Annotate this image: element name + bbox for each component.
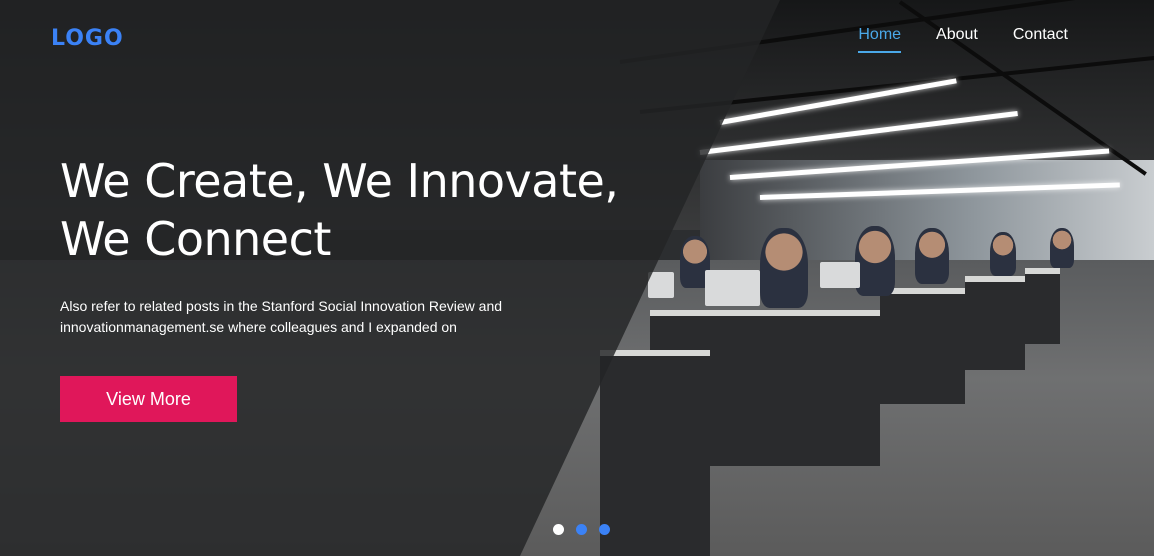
person	[760, 228, 808, 308]
desk	[600, 350, 710, 556]
main-nav: Home About Contact	[858, 26, 1068, 53]
hero-content: We Create, We Innovate, We Connect Also …	[60, 152, 660, 338]
person	[990, 232, 1016, 276]
hero-subtext-line-2: innovationmanagement.se where colleagues…	[60, 319, 457, 335]
carousel-dot-3[interactable]	[599, 524, 610, 535]
carousel-dots	[553, 524, 610, 535]
hero-subtext: Also refer to related posts in the Stanf…	[60, 296, 540, 338]
nav-link-home[interactable]: Home	[858, 26, 901, 53]
carousel-dot-2[interactable]	[576, 524, 587, 535]
desk	[1025, 268, 1060, 344]
view-more-button[interactable]: View More	[60, 376, 237, 422]
person	[915, 228, 949, 284]
hero-headline-line-2: We Connect	[60, 212, 331, 266]
nav-link-contact[interactable]: Contact	[1013, 26, 1068, 53]
person	[1050, 228, 1074, 268]
carousel-dot-1[interactable]	[553, 524, 564, 535]
hero-section: LOGO Home About Contact We Create, We In…	[0, 0, 1154, 556]
laptop	[820, 262, 860, 288]
desk	[880, 288, 965, 404]
laptop	[705, 270, 760, 306]
hero-subtext-line-1: Also refer to related posts in the Stanf…	[60, 298, 503, 314]
hero-headline-line-1: We Create, We Innovate,	[60, 154, 619, 208]
navbar: LOGO Home About Contact	[0, 0, 1154, 72]
logo[interactable]: LOGO	[51, 26, 124, 51]
nav-link-about[interactable]: About	[936, 26, 978, 53]
desk	[965, 276, 1025, 370]
hero-headline: We Create, We Innovate, We Connect	[60, 152, 660, 268]
person	[855, 226, 895, 296]
